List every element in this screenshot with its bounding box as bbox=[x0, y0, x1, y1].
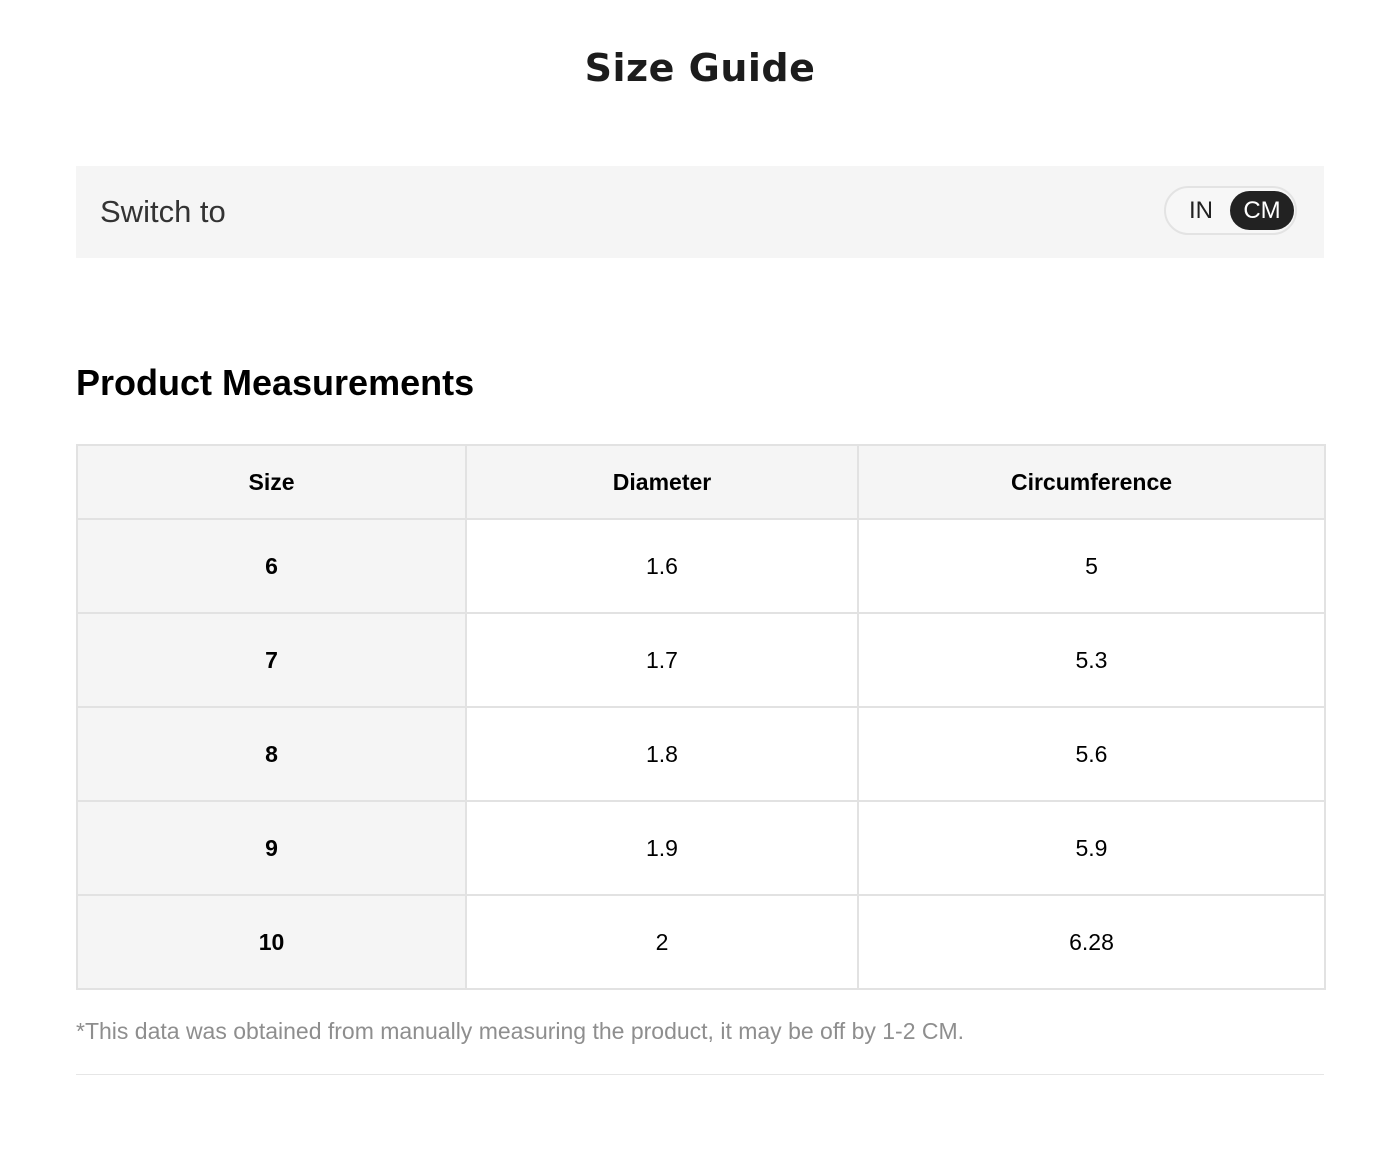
switch-label: Switch to bbox=[100, 194, 226, 229]
table-header-row: Size Diameter Circumference bbox=[76, 444, 1326, 520]
table-row: 9 1.9 5.9 bbox=[76, 800, 1326, 896]
measurements-table: Size Diameter Circumference 6 1.6 5 7 1.… bbox=[76, 444, 1326, 990]
diameter-cell: 1.6 bbox=[465, 518, 859, 614]
unit-toggle[interactable]: IN CM bbox=[1164, 186, 1297, 235]
circumference-cell: 5.9 bbox=[857, 800, 1326, 896]
diameter-cell: 1.8 bbox=[465, 706, 859, 802]
diameter-cell: 1.9 bbox=[465, 800, 859, 896]
size-cell: 10 bbox=[76, 894, 467, 990]
section-heading: Product Measurements bbox=[76, 362, 475, 403]
size-cell: 7 bbox=[76, 612, 467, 708]
diameter-cell: 2 bbox=[465, 894, 859, 990]
column-header-circumference: Circumference bbox=[857, 444, 1326, 520]
unit-option-in[interactable]: IN bbox=[1171, 191, 1231, 230]
circumference-cell: 5.3 bbox=[857, 612, 1326, 708]
page-title: Size Guide bbox=[584, 46, 816, 90]
column-header-diameter: Diameter bbox=[465, 444, 859, 520]
column-header-size: Size bbox=[76, 444, 467, 520]
diameter-cell: 1.7 bbox=[465, 612, 859, 708]
size-cell: 8 bbox=[76, 706, 467, 802]
circumference-cell: 5.6 bbox=[857, 706, 1326, 802]
size-cell: 9 bbox=[76, 800, 467, 896]
circumference-cell: 6.28 bbox=[857, 894, 1326, 990]
unit-switch-bar: Switch to IN CM bbox=[76, 166, 1324, 258]
table-row: 8 1.8 5.6 bbox=[76, 706, 1326, 802]
measurement-footnote: *This data was obtained from manually me… bbox=[76, 1018, 965, 1044]
circumference-cell: 5 bbox=[857, 518, 1326, 614]
divider bbox=[76, 1074, 1324, 1075]
table-row: 10 2 6.28 bbox=[76, 894, 1326, 990]
unit-option-cm[interactable]: CM bbox=[1230, 191, 1294, 230]
size-cell: 6 bbox=[76, 518, 467, 614]
table-row: 6 1.6 5 bbox=[76, 518, 1326, 614]
table-row: 7 1.7 5.3 bbox=[76, 612, 1326, 708]
